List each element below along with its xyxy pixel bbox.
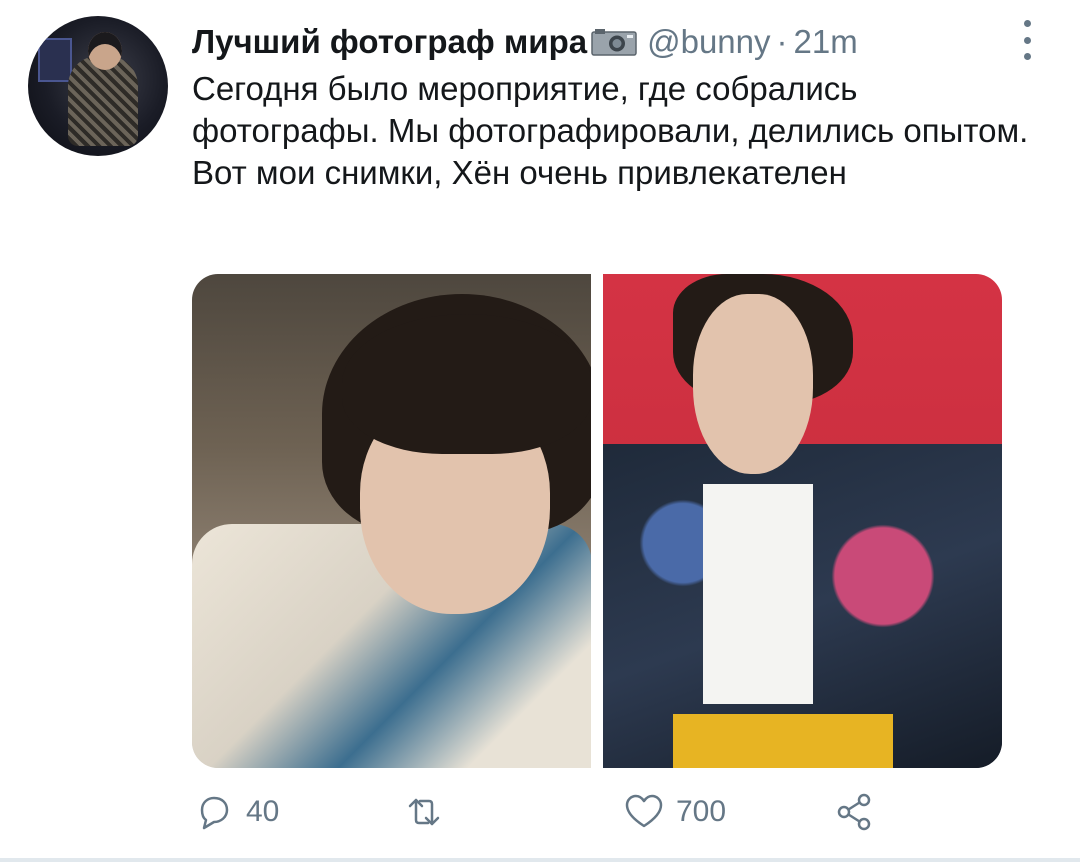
more-icon[interactable] (1020, 20, 1034, 60)
reply-button[interactable]: 40 (192, 790, 279, 834)
reply-count: 40 (246, 795, 280, 828)
timestamp[interactable]: 21m (794, 23, 858, 61)
photo-2[interactable] (603, 274, 1002, 768)
reply-icon (200, 796, 229, 830)
tweet-actions: 40 700 (192, 790, 892, 840)
avatar[interactable] (28, 16, 168, 156)
avatar-head (88, 32, 122, 70)
retweet-button[interactable] (402, 790, 456, 834)
display-name[interactable]: Лучший фотограф мира (192, 23, 587, 61)
tweet-text: Сегодня было мероприятие, где собрались … (192, 70, 1029, 191)
like-count: 700 (676, 795, 727, 828)
photo-2-shirt (703, 484, 813, 704)
retweet-icon (408, 798, 440, 826)
photo-1[interactable] (192, 274, 591, 768)
separator-dot: · (776, 23, 788, 60)
user-handle[interactable]: @bunny (647, 23, 770, 61)
like-icon (625, 794, 663, 828)
share-icon (837, 793, 871, 831)
media-grid (192, 274, 1002, 768)
camera-icon (591, 28, 637, 56)
photo-2-pants (673, 714, 893, 768)
photo-2-face (693, 294, 813, 474)
like-button[interactable]: 700 (622, 790, 726, 834)
avatar-light (38, 38, 72, 82)
divider (0, 858, 1080, 862)
photo-1-fringe (342, 314, 591, 454)
tweet-header: Лучший фотограф мира @bunny · 21m (192, 22, 1040, 62)
share-button[interactable] (832, 790, 876, 834)
